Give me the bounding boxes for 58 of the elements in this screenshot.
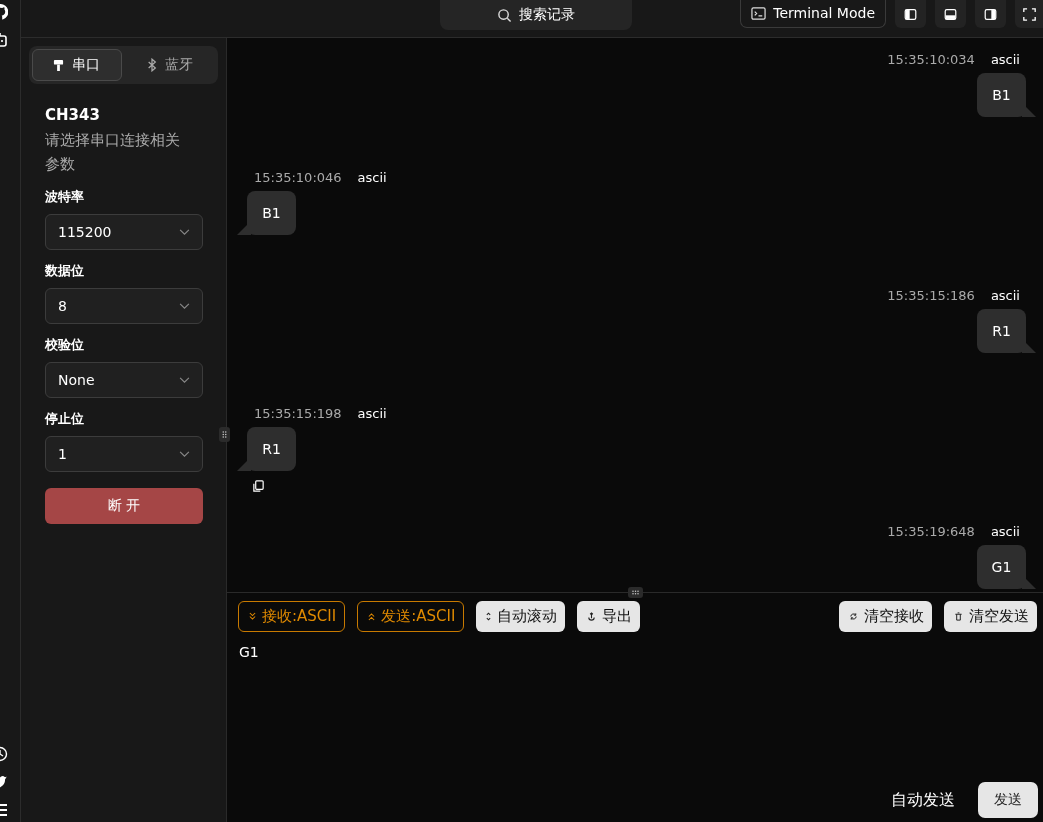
- message-time: 15:35:19:648: [887, 523, 975, 539]
- resize-handle[interactable]: [219, 427, 230, 442]
- send-button[interactable]: 发送: [978, 782, 1038, 818]
- terminal-icon: [751, 5, 767, 21]
- message-encoding: ascii: [990, 287, 1020, 303]
- bluetooth-icon: [147, 58, 158, 72]
- receive-format-button[interactable]: 接收:ASCII: [238, 601, 346, 632]
- setting-label: 数据位: [45, 262, 85, 280]
- setting-select[interactable]: 1: [45, 436, 203, 472]
- chevron-down-icon: [179, 376, 190, 384]
- chevrons-down-icon: [249, 612, 256, 621]
- setting-label: 停止位: [45, 410, 85, 428]
- bottom-panel-button[interactable]: [935, 0, 966, 28]
- bottom-panel-icon: [944, 7, 957, 21]
- export-button[interactable]: 导出: [577, 601, 641, 632]
- up-down-icon: [486, 612, 492, 621]
- copy-icon[interactable]: [252, 480, 265, 493]
- message-encoding: ascii: [990, 51, 1020, 67]
- fullscreen-icon: [1022, 7, 1036, 21]
- connection-tab[interactable]: 串口: [32, 49, 122, 81]
- chevron-down-icon: [179, 228, 190, 236]
- refresh-icon: [849, 612, 858, 621]
- clear-send-button[interactable]: 清空发送: [944, 601, 1037, 632]
- connection-tab[interactable]: 蓝牙: [125, 49, 215, 81]
- message-input[interactable]: G1: [239, 644, 1043, 782]
- setting-select[interactable]: 8: [45, 288, 203, 324]
- message-encoding: ascii: [990, 523, 1020, 539]
- setting-label: 校验位: [45, 336, 85, 354]
- trash-icon: [954, 612, 963, 621]
- setting-select[interactable]: 115200: [45, 214, 203, 250]
- setting-label: 波特率: [45, 188, 85, 206]
- left-panel-button[interactable]: [895, 0, 926, 28]
- setting-select[interactable]: None: [45, 362, 203, 398]
- message-time: 15:35:10:034: [887, 51, 975, 67]
- auto-scroll-button[interactable]: 自动滚动: [476, 601, 566, 632]
- device-name: CH343: [45, 106, 101, 124]
- chevron-down-icon: [179, 302, 190, 310]
- device-description: 请选择串口连接相关参数: [45, 130, 181, 175]
- send-format-button[interactable]: 发送:ASCII: [357, 601, 465, 632]
- search-icon: [497, 7, 512, 23]
- auto-send-label: 自动发送: [891, 789, 955, 811]
- anchor-icon: [587, 612, 597, 621]
- search-button[interactable]: 搜索记录: [440, 0, 632, 30]
- message-time: 15:35:15:198: [254, 405, 342, 421]
- message-encoding: ascii: [357, 405, 387, 421]
- terminal-mode-button[interactable]: Terminal Mode: [740, 0, 886, 28]
- right-panel-button[interactable]: [975, 0, 1006, 28]
- message-time: 15:35:15:186: [887, 287, 975, 303]
- clear-receive-button[interactable]: 清空接收: [839, 601, 932, 632]
- chevron-down-icon: [179, 450, 190, 458]
- fullscreen-button[interactable]: [1015, 0, 1043, 28]
- message-encoding: ascii: [357, 169, 387, 185]
- right-panel-icon: [984, 7, 997, 21]
- chevrons-up-icon: [368, 612, 376, 621]
- left-panel-icon: [904, 7, 917, 21]
- disconnect-button[interactable]: 断 开: [45, 488, 203, 524]
- split-handle[interactable]: [628, 587, 643, 598]
- message-time: 15:35:10:046: [254, 169, 342, 185]
